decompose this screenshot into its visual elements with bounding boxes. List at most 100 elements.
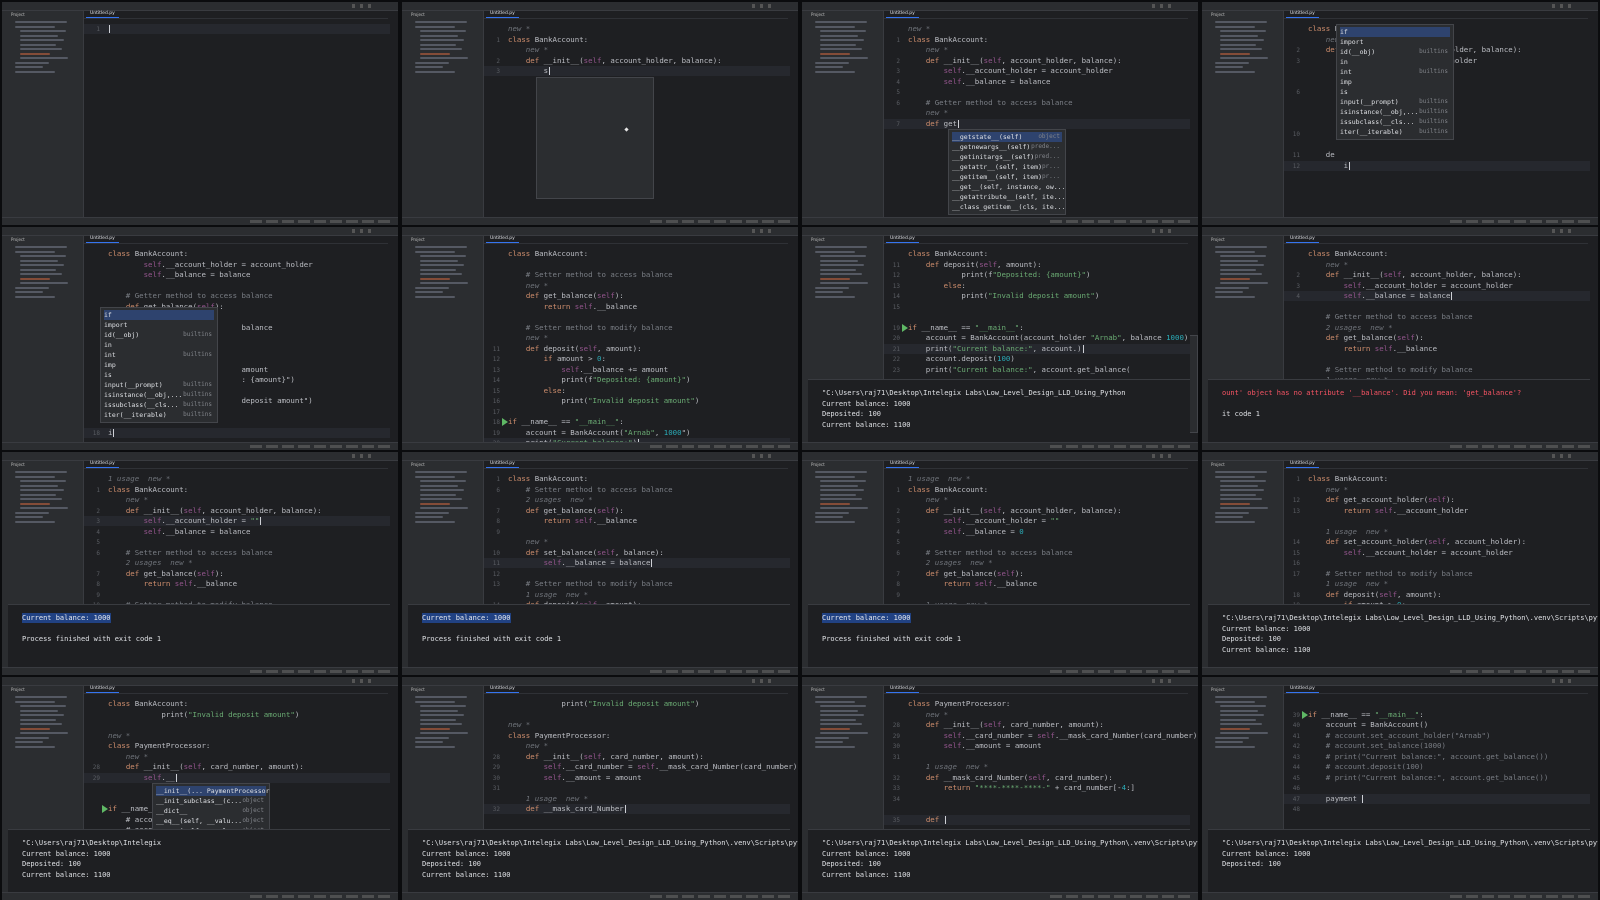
code-editor[interactable]: class BankAccount: print("Invalid deposi… xyxy=(84,695,390,899)
project-tree-item[interactable] xyxy=(15,511,49,514)
editor-tab[interactable]: Untitled.py xyxy=(886,686,919,693)
status-bar-widgets[interactable] xyxy=(1450,895,1590,898)
project-tree-item[interactable] xyxy=(15,520,55,523)
completion-item[interactable]: __dict__ object xyxy=(156,806,266,816)
window-controls[interactable] xyxy=(1552,4,1592,8)
completion-item[interactable]: imp xyxy=(104,360,214,370)
completion-item[interactable]: id(__obj) builtins xyxy=(1340,47,1450,57)
status-bar-widgets[interactable] xyxy=(250,895,390,898)
project-tree-item[interactable] xyxy=(820,259,858,262)
code-editor[interactable]: 1 usage new * 1 class BankAccount: new * 2 … xyxy=(84,470,390,609)
project-tree-item[interactable] xyxy=(815,25,855,28)
completion-item[interactable]: input(__prompt) builtins xyxy=(104,380,214,390)
project-tree-item[interactable] xyxy=(15,291,43,293)
project-tree-item[interactable] xyxy=(20,507,68,509)
window-controls[interactable] xyxy=(752,454,792,458)
status-bar-widgets[interactable] xyxy=(1050,670,1190,673)
editor-tab[interactable]: Untitled.py xyxy=(486,236,519,243)
project-tree-item[interactable] xyxy=(815,61,849,64)
window-controls[interactable] xyxy=(1152,4,1192,8)
project-tree-item[interactable] xyxy=(420,277,450,280)
console-toolbar[interactable] xyxy=(410,605,470,611)
console-toolbar[interactable] xyxy=(10,605,70,611)
console-toolbar[interactable] xyxy=(810,380,870,386)
project-tree-item[interactable] xyxy=(20,493,56,496)
project-tree-item[interactable] xyxy=(820,498,862,500)
project-tree-item[interactable] xyxy=(20,48,62,50)
status-bar-widgets[interactable] xyxy=(250,220,390,223)
project-tree-item[interactable] xyxy=(815,70,855,73)
completion-item[interactable]: __init_subclass__(c... object xyxy=(156,796,266,806)
completion-item[interactable]: isinstance(__obj,... builtins xyxy=(1340,107,1450,117)
project-tree-item[interactable] xyxy=(815,250,855,253)
project-tree-item[interactable] xyxy=(815,21,867,23)
project-tree-item[interactable] xyxy=(20,727,50,730)
completion-item[interactable]: iter(__iterable) builtins xyxy=(1340,127,1450,137)
code-editor[interactable]: 1 class BankAccount: new * 12 def get_acco… xyxy=(1284,470,1590,609)
project-tree-item[interactable] xyxy=(1215,471,1267,473)
project-tree-item[interactable] xyxy=(415,295,455,298)
status-bar-widgets[interactable] xyxy=(650,445,790,448)
project-tree-item[interactable] xyxy=(20,273,62,275)
completion-item[interactable]: isinstance(__obj,... builtins xyxy=(104,390,214,400)
project-tree-item[interactable] xyxy=(1220,34,1258,37)
project-tree-item[interactable] xyxy=(1215,295,1255,298)
project-tree-item[interactable] xyxy=(420,714,464,716)
code-editor[interactable]: class BankAccount: 11 def deposit(self, a… xyxy=(884,245,1190,380)
console-toolbar[interactable] xyxy=(1210,380,1270,386)
project-tree-item[interactable] xyxy=(15,70,55,73)
project-tree-item[interactable] xyxy=(20,718,56,721)
project-tree-item[interactable] xyxy=(420,52,450,55)
completion-item[interactable]: if xyxy=(104,310,214,320)
completion-item[interactable]: __class_getitem__(cls, ite... xyxy=(952,202,1066,212)
project-tree-item[interactable] xyxy=(815,471,867,473)
completion-item[interactable]: __get__(self, instance, ow... xyxy=(952,182,1066,192)
code-editor[interactable]: class BankAccount: # Setter method to ac… xyxy=(484,245,790,448)
project-tree-item[interactable] xyxy=(15,286,49,289)
window-controls[interactable] xyxy=(1552,229,1592,233)
window-controls[interactable] xyxy=(352,229,392,233)
project-tree-item[interactable] xyxy=(1215,516,1243,518)
project-tree-item[interactable] xyxy=(415,475,455,478)
completion-popup[interactable]: if import id(__obj) builtins in int builtins im… xyxy=(100,307,218,423)
project-tree-item[interactable] xyxy=(15,475,55,478)
project-tree-item[interactable] xyxy=(1220,277,1250,280)
project-tree-item[interactable] xyxy=(1215,741,1243,743)
project-tree-item[interactable] xyxy=(420,43,456,46)
project-tree-item[interactable] xyxy=(1220,493,1256,496)
project-tree-item[interactable] xyxy=(1215,25,1255,28)
project-tree-item[interactable] xyxy=(815,475,855,478)
project-tree-item[interactable] xyxy=(815,700,855,703)
project-tree-item[interactable] xyxy=(815,696,867,698)
project-tree-item[interactable] xyxy=(1220,705,1266,707)
editor-tab[interactable]: Untitled.py xyxy=(1286,686,1319,693)
project-tree-item[interactable] xyxy=(820,705,866,707)
project-tree-item[interactable] xyxy=(1220,30,1266,32)
editor-tab[interactable]: Untitled.py xyxy=(486,686,519,693)
window-controls[interactable] xyxy=(352,454,392,458)
project-tree-item[interactable] xyxy=(1220,255,1266,257)
project-tree-item[interactable] xyxy=(820,489,864,491)
completion-item[interactable]: is xyxy=(104,370,214,380)
project-tree-item[interactable] xyxy=(15,66,43,68)
project-tree-item[interactable] xyxy=(820,48,862,50)
project-tree-item[interactable] xyxy=(820,30,866,32)
project-tree-item[interactable] xyxy=(420,39,464,41)
project-tree-item[interactable] xyxy=(815,520,855,523)
project-tree-item[interactable] xyxy=(420,705,466,707)
project-tree-item[interactable] xyxy=(1220,57,1268,59)
window-controls[interactable] xyxy=(752,229,792,233)
run-gutter-icon[interactable] xyxy=(902,323,908,332)
project-tree-item[interactable] xyxy=(1220,723,1262,725)
status-bar-widgets[interactable] xyxy=(1050,895,1190,898)
project-tree-item[interactable] xyxy=(420,723,462,725)
project-tree-item[interactable] xyxy=(815,246,867,248)
run-gutter-icon[interactable] xyxy=(502,418,508,426)
project-tree-item[interactable] xyxy=(415,745,455,748)
project-tree-item[interactable] xyxy=(415,291,443,293)
project-tree-item[interactable] xyxy=(1220,52,1250,55)
project-tree-item[interactable] xyxy=(15,700,55,703)
completion-item[interactable]: __eq__(self, __valu... object xyxy=(156,816,266,826)
status-bar-widgets[interactable] xyxy=(650,895,790,898)
editor-tab[interactable]: Untitled.py xyxy=(1286,461,1319,468)
